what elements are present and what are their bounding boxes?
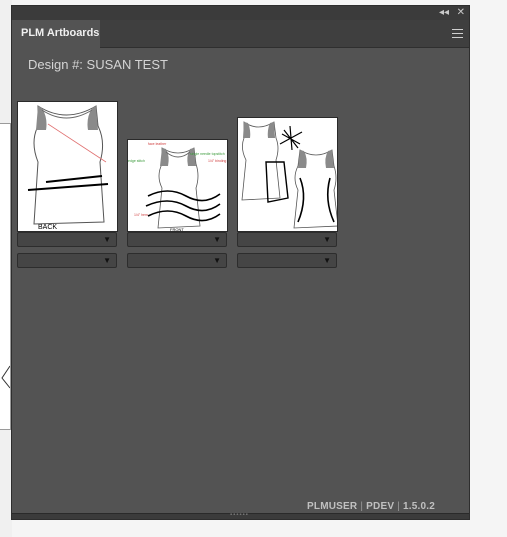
artboard-thumbnail[interactable] xyxy=(237,117,338,232)
panel-resize-bar[interactable]: ▪▪▪▪▪▪ xyxy=(12,512,469,519)
design-value: SUSAN TEST xyxy=(86,57,168,72)
status-footer: PLMUSER | PDEV | 1.5.0.2 xyxy=(307,501,435,512)
dropdown-arrow-icon: ▼ xyxy=(103,256,111,265)
footer-separator: | xyxy=(360,501,364,512)
dropdown-arrow-icon: ▼ xyxy=(323,235,331,244)
dropdown-arrow-icon: ▼ xyxy=(323,256,331,265)
design-number: Design #: SUSAN TEST xyxy=(28,57,168,72)
footer-version: 1.5.0.2 xyxy=(403,501,435,512)
artboard-dropdown[interactable]: ▼ xyxy=(17,232,117,247)
design-label: Design #: xyxy=(28,57,83,72)
artboard-caption: BACK xyxy=(38,224,57,231)
annotation-note: 1/4" binding xyxy=(208,159,226,163)
double-chevron-left-icon[interactable]: ◂◂ xyxy=(439,6,449,20)
dropdown-arrow-icon: ▼ xyxy=(103,235,111,244)
artboard-dropdown[interactable]: ▼ xyxy=(17,253,117,268)
document-art-fragment xyxy=(1,365,10,389)
panel-tab-row: PLM Artboards xyxy=(12,20,469,48)
footer-env: PDEV xyxy=(366,501,395,512)
annotation-note: single needle topstitch xyxy=(190,152,225,156)
annotation-note: face leather xyxy=(148,142,167,146)
dropdown-arrow-icon: ▼ xyxy=(213,256,221,265)
footer-separator: | xyxy=(397,501,401,512)
background-document xyxy=(0,123,11,430)
artboard-dropdown[interactable]: ▼ xyxy=(127,232,227,247)
close-icon[interactable]: ✕ xyxy=(457,6,465,20)
artboard-dropdown[interactable]: ▼ xyxy=(127,253,227,268)
panel-titlebar: ◂◂ ✕ xyxy=(12,6,469,20)
artboard-thumbnail[interactable]: BACK xyxy=(17,101,118,232)
tab-plm-artboards[interactable]: PLM Artboards xyxy=(12,20,100,48)
resize-grip-icon[interactable]: ▪▪▪▪▪▪ xyxy=(230,512,249,518)
artboard-thumbnail[interactable]: face leather single needle topstitch 1/4… xyxy=(127,139,228,232)
artboard-dropdown[interactable]: ▼ xyxy=(237,232,337,247)
hamburger-menu-icon[interactable] xyxy=(452,29,463,38)
dropdown-arrow-icon: ▼ xyxy=(213,235,221,244)
annotation-note: edge stitch xyxy=(128,159,145,163)
plm-artboards-panel: ◂◂ ✕ PLM Artboards Design #: SUSAN TEST … xyxy=(11,5,470,520)
annotation-note: 1/4" hem xyxy=(134,213,148,217)
footer-user: PLMUSER xyxy=(307,501,358,512)
artboard-dropdown[interactable]: ▼ xyxy=(237,253,337,268)
